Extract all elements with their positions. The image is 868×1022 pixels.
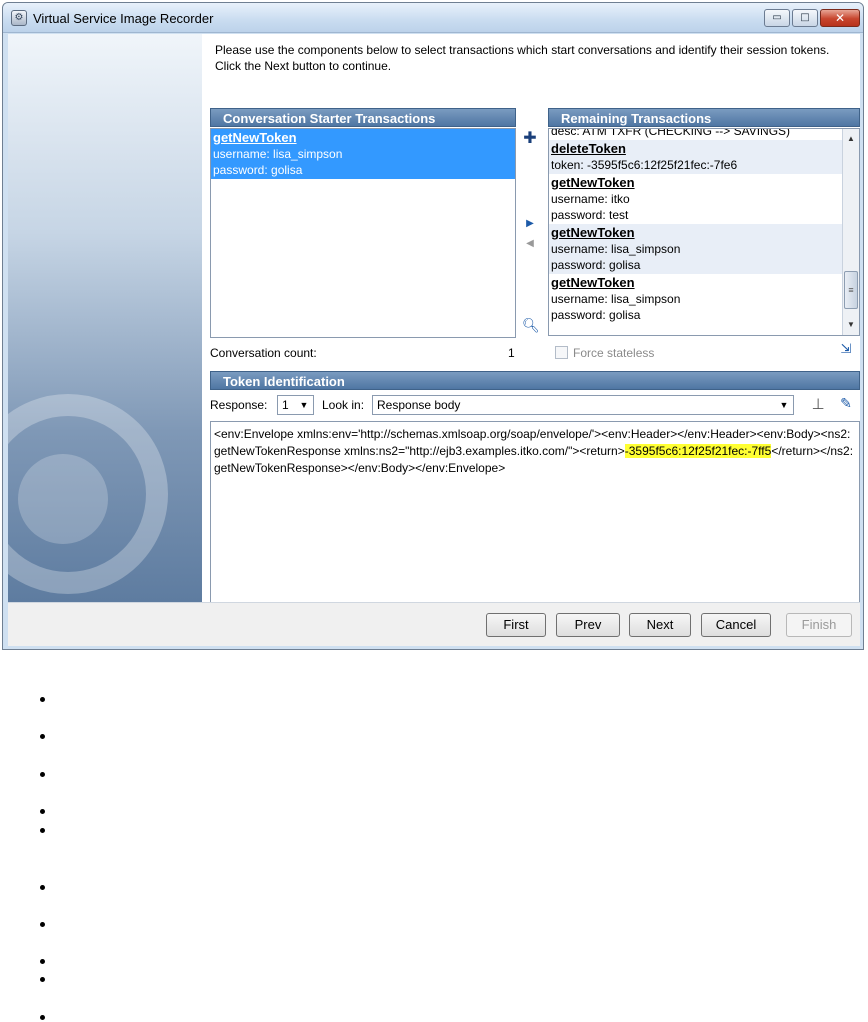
list-bullet [40,734,45,739]
transaction-item[interactable]: deleteToken token: -3595f5c6:12f25f21fec:… [549,140,842,174]
transaction-operation: getNewToken [551,225,635,240]
title-bar[interactable]: ⚙ Virtual Service Image Recorder ▭ □ ✕ [3,3,863,33]
wizard-button-bar: First Prev Next Cancel Finish [8,602,860,646]
list-bullet [40,828,45,833]
response-body-text[interactable]: <env:Envelope xmlns:env='http://schemas.… [210,421,860,603]
transaction-field: username: itko [551,192,630,206]
next-button[interactable]: Next [629,613,691,637]
transaction-operation: getNewToken [551,175,635,190]
transaction-item[interactable]: desc: ATM TXFR (CHECKING --> SAVINGS) [549,128,842,140]
list-bullet [40,1015,45,1020]
session-token-highlight[interactable]: -3595f5c6:12f25f21fec:-7ff5 [624,444,772,458]
scroll-thumb[interactable]: ≡ [844,271,858,309]
transaction-field: password: golisa [551,308,641,322]
transaction-item[interactable]: getNewToken username: lisa_simpsonpasswor… [211,129,515,179]
maximize-button[interactable]: □ [792,9,818,27]
chevron-down-icon[interactable]: ▼ [297,397,311,413]
app-icon: ⚙ [11,10,27,26]
transaction-item[interactable]: getNewToken username: lisa_simpsonpasswor… [549,224,842,274]
transaction-field: username: lisa_simpson [551,242,681,256]
response-label: Response: [210,398,268,412]
prev-button[interactable]: Prev [556,613,620,637]
look-in-select[interactable]: Response body ▼ [372,395,794,415]
remaining-items: desc: ATM TXFR (CHECKING --> SAVINGS) del… [549,128,842,324]
minimize-button[interactable]: ▭ [764,9,790,27]
transaction-operation: getNewToken [213,130,297,145]
transaction-field: password: golisa [213,163,303,177]
force-stateless-label: Force stateless [573,346,655,360]
conversation-count-value: 1 [508,346,515,360]
close-button[interactable]: ✕ [820,9,860,27]
wizard-sidebar [8,34,202,602]
response-select-value: 1 [282,398,289,412]
starter-transactions-list[interactable]: getNewToken username: lisa_simpsonpasswor… [210,128,516,338]
remaining-scrollbar[interactable]: ▲ ≡ ▼ [842,129,859,335]
window-title: Virtual Service Image Recorder [33,11,214,26]
wizard-content: Please use the components below to selec… [202,34,860,603]
list-bullet [40,977,45,982]
scroll-down-icon[interactable]: ▼ [843,317,859,333]
first-button[interactable]: First [486,613,546,637]
transaction-field: password: golisa [551,258,641,272]
list-bullet [40,885,45,890]
pencil-icon[interactable]: ✎ [838,396,854,412]
finish-button[interactable]: Finish [786,613,852,637]
transaction-operation: deleteToken [551,141,626,156]
remaining-transactions-list[interactable]: desc: ATM TXFR (CHECKING --> SAVINGS) del… [548,128,860,336]
transaction-field: token: -3595f5c6:12f25f21fec:-7fe6 [551,158,738,172]
chevron-down-icon[interactable]: ▼ [777,397,791,413]
list-bullet [40,697,45,702]
stamp-icon[interactable]: ⊥ [810,396,826,412]
list-bullet [40,922,45,927]
look-in-select-value: Response body [377,398,461,412]
token-header: Token Identification [210,371,860,390]
starter-header: Conversation Starter Transactions [210,108,516,127]
cancel-button[interactable]: Cancel [701,613,771,637]
instructions-text: Please use the components below to selec… [215,43,830,73]
remaining-header: Remaining Transactions [548,108,860,127]
transaction-item[interactable]: getNewToken username: itko password: test [549,174,842,224]
sidebar-decoration-inner [18,454,108,544]
response-select[interactable]: 1 ▼ [277,395,314,415]
list-bullet [40,959,45,964]
transaction-field: username: lisa_simpson [213,147,343,161]
scroll-up-icon[interactable]: ▲ [843,131,859,147]
conversation-count-label: Conversation count: [210,346,317,360]
arrow-left-icon[interactable]: ◀ [522,236,538,252]
magnifier-icon[interactable]: 🔍︎ [522,318,540,334]
list-bullet [40,772,45,777]
transaction-operation: getNewToken [551,275,635,290]
export-icon[interactable]: ⇲ [838,342,854,358]
force-stateless-checkbox[interactable] [555,346,568,359]
list-bullet [40,809,45,814]
transaction-field: username: lisa_simpson [551,292,681,306]
recorder-window: ⚙ Virtual Service Image Recorder ▭ □ ✕ P… [2,2,864,650]
transaction-field: desc: ATM TXFR (CHECKING --> SAVINGS) [551,128,791,138]
transaction-field: password: test [551,208,629,222]
look-in-label: Look in: [322,398,365,412]
empty-bullet-list [0,650,868,1022]
arrow-right-icon[interactable]: ▶ [522,216,538,232]
transaction-item[interactable]: getNewToken username: lisa_simpsonpasswor… [549,274,842,324]
add-starter-icon[interactable]: ✚ [522,130,538,146]
